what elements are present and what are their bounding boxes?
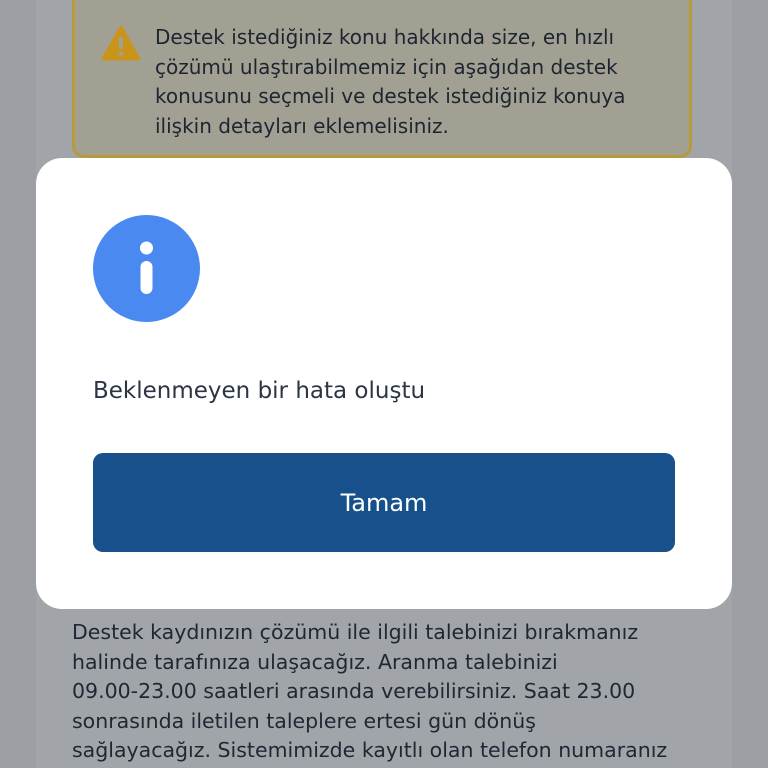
info-line: 09.00-23.00 saatleri arasında verebilirs… — [72, 679, 636, 703]
info-line: sağlayacağız. Sistemimizde kayıtlı olan … — [72, 738, 668, 762]
warning-line: Destek istediğiniz konu hakkında size, e… — [155, 25, 615, 49]
warning-text: Destek istediğiniz konu hakkında size, e… — [155, 23, 655, 141]
info-line: halinde tarafınıza ulaşacağız. Aranma ta… — [72, 649, 558, 674]
warning-triangle-icon — [101, 25, 141, 61]
warning-line: konusunu seçmeli ve destek istediğiniz k… — [155, 84, 626, 108]
info-icon — [93, 215, 200, 322]
warning-line: ilişkin detayları eklemelisiniz. — [155, 113, 449, 138]
info-line: sonrasında iletilen taleplere ertesi gün… — [72, 708, 536, 733]
error-message: Beklenmeyen bir hata oluştu — [93, 378, 426, 404]
info-line: Destek kaydınızın çözümü ile ilgili tale… — [72, 620, 639, 644]
support-info-text: Destek kaydınızın çözümü ile ilgili tale… — [72, 618, 712, 766]
ok-button[interactable]: Tamam — [93, 453, 675, 552]
info-glyph-icon — [140, 241, 153, 294]
error-dialog: Beklenmeyen bir hata oluştu Tamam — [36, 158, 732, 609]
warning-notice: Destek istediğiniz konu hakkında size, e… — [72, 0, 692, 158]
warning-line: çözümü ulaştırabilmemiz için aşağıdan de… — [155, 54, 618, 79]
